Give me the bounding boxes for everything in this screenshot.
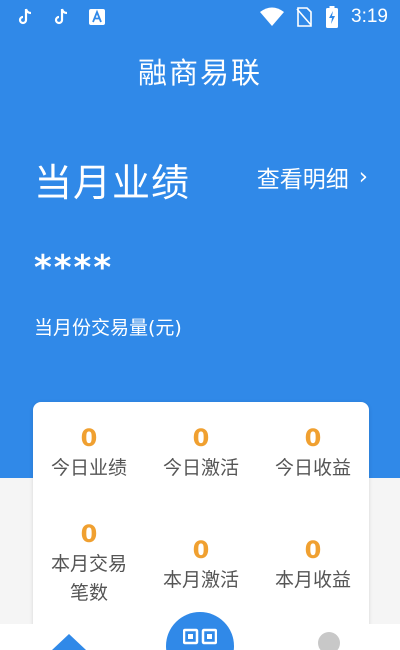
chevron-right-icon: › <box>358 164 368 190</box>
status-right-icons: 3:19 <box>259 6 388 28</box>
stat-month-activation[interactable]: 0 本月激活 <box>145 534 257 595</box>
stat-label: 今日收益 <box>274 457 351 479</box>
stat-value: 0 <box>304 536 322 564</box>
stat-label: 本月交易笔数 <box>50 553 127 604</box>
stat-label: 今日激活 <box>162 457 239 479</box>
wifi-icon <box>259 7 285 26</box>
stat-value: 0 <box>304 424 322 452</box>
status-left-icons <box>16 8 106 26</box>
text-a-icon <box>88 8 106 26</box>
tiktok-icon <box>52 8 70 26</box>
stat-label: 今日业绩 <box>50 457 127 479</box>
status-time: 3:19 <box>351 6 388 27</box>
stat-today-income[interactable]: 0 今日收益 <box>257 422 369 483</box>
tiktok-icon <box>16 8 34 26</box>
battery-charging-icon <box>323 6 341 28</box>
status-bar: 3:19 <box>0 0 400 36</box>
view-detail-label: 查看明细 <box>256 167 349 193</box>
no-sim-icon <box>295 7 313 27</box>
stat-today-activation[interactable]: 0 今日激活 <box>145 422 257 483</box>
view-detail-link[interactable]: 查看明细 › <box>257 160 368 194</box>
stat-value: 0 <box>80 520 98 548</box>
stat-today-performance[interactable]: 0 今日业绩 <box>33 422 145 483</box>
screen: 3:19 融商易联 当月业绩 查看明细 › **** 当月份交易量(元) 0 今… <box>0 0 400 650</box>
stat-month-income[interactable]: 0 本月收益 <box>257 534 369 595</box>
stat-label: 本月激活 <box>162 569 239 591</box>
profile-icon[interactable] <box>318 632 340 650</box>
stat-label: 本月收益 <box>274 569 351 591</box>
stat-value: 0 <box>192 424 210 452</box>
home-icon <box>52 634 86 650</box>
monthly-performance-title: 当月业绩 <box>34 161 191 205</box>
masked-volume-value[interactable]: **** <box>34 248 113 288</box>
scan-icon <box>183 628 217 645</box>
stat-month-transactions[interactable]: 0 本月交易笔数 <box>33 518 145 608</box>
volume-label: 当月份交易量(元) <box>34 317 182 339</box>
app-title: 融商易联 <box>137 56 262 90</box>
stat-value: 0 <box>80 424 98 452</box>
stat-value: 0 <box>192 536 210 564</box>
nav-home[interactable] <box>52 634 86 650</box>
